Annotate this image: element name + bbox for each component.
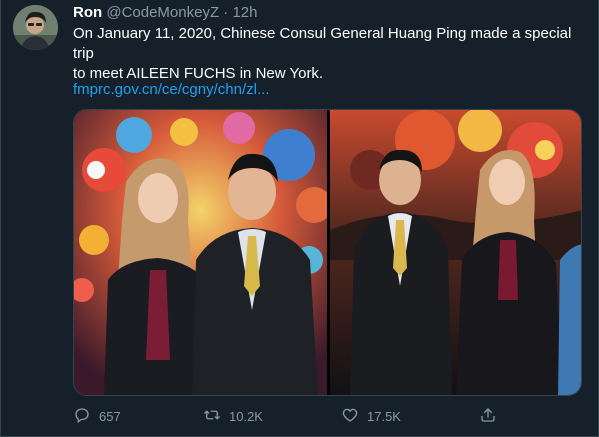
tweet-actions: 657 10.2K 17.5K xyxy=(73,404,593,428)
timestamp[interactable]: 12h xyxy=(232,4,257,21)
tweet-text: On January 11, 2020, Chinese Consul Gene… xyxy=(73,24,588,84)
media-grid xyxy=(73,109,582,396)
photo-left[interactable] xyxy=(74,110,327,395)
tweet-card[interactable]: Ron @CodeMonkeyZ · 12h On January 11, 20… xyxy=(0,0,599,437)
like-button[interactable]: 17.5K xyxy=(341,404,401,428)
photo-right[interactable] xyxy=(330,110,581,395)
reply-button[interactable]: 657 xyxy=(73,404,121,428)
retweet-count: 10.2K xyxy=(229,408,263,424)
like-icon xyxy=(341,406,359,427)
avatar[interactable] xyxy=(13,5,58,50)
user-handle[interactable]: @CodeMonkeyZ xyxy=(106,4,219,21)
separator-dot: · xyxy=(223,4,229,21)
retweet-icon xyxy=(203,406,221,427)
like-count: 17.5K xyxy=(367,408,401,424)
user-name[interactable]: Ron xyxy=(73,4,102,21)
retweet-button[interactable]: 10.2K xyxy=(203,404,263,428)
share-button[interactable] xyxy=(479,404,497,428)
reply-count: 657 xyxy=(99,408,121,424)
share-icon xyxy=(479,406,497,427)
tweet-link[interactable]: fmprc.gov.cn/ce/cgny/chn/zl... xyxy=(73,80,269,100)
tweet-header: Ron @CodeMonkeyZ · 12h xyxy=(73,3,258,23)
reply-icon xyxy=(73,406,91,427)
tweet-text-line-1: On January 11, 2020, Chinese Consul Gene… xyxy=(73,25,572,62)
